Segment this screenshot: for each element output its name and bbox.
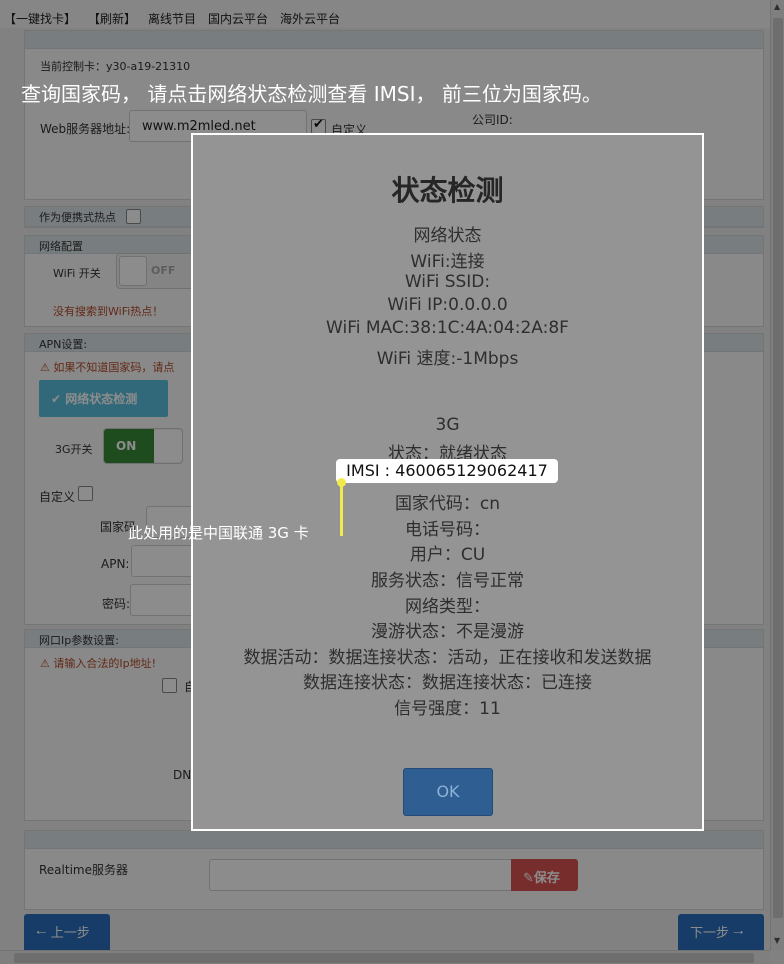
status-line: 3G bbox=[435, 415, 460, 435]
annotation-dot bbox=[337, 478, 346, 487]
dialog-title: 状态检测 bbox=[391, 174, 504, 207]
status-line: 国家代码：cn bbox=[394, 494, 501, 514]
status-line: 用户：CU bbox=[409, 545, 486, 565]
status-line: 服务状态：信号正常 bbox=[371, 571, 524, 591]
imsi-highlight: IMSI : 460065129062417 bbox=[336, 459, 558, 483]
status-line: WiFi 速度:-1Mbps bbox=[376, 349, 519, 369]
status-line: WiFi SSID: bbox=[404, 272, 491, 292]
annotation-line bbox=[340, 483, 343, 536]
status-line: 网络状态 bbox=[413, 226, 482, 246]
instruction-caption: 查询国家码， 请点击网络状态检测查看 IMSI， 前三位为国家码。 bbox=[21, 82, 602, 106]
status-line: 数据连接状态：数据连接状态：已连接 bbox=[303, 673, 592, 693]
ok-button[interactable]: OK bbox=[403, 768, 493, 816]
status-line: WiFi MAC:38:1C:4A:04:2A:8F bbox=[326, 318, 569, 338]
status-line: 网络类型： bbox=[405, 597, 490, 617]
status-line: WiFi IP:0.0.0.0 bbox=[387, 295, 508, 315]
status-line: 信号强度：11 bbox=[394, 699, 501, 719]
status-line: WiFi:连接 bbox=[410, 252, 485, 272]
annotation-note: 此处用的是中国联通 3G 卡 bbox=[128, 524, 309, 542]
status-line: 数据活动：数据连接状态：活动，正在接收和发送数据 bbox=[243, 648, 652, 668]
status-line: 漫游状态：不是漫游 bbox=[371, 622, 524, 642]
